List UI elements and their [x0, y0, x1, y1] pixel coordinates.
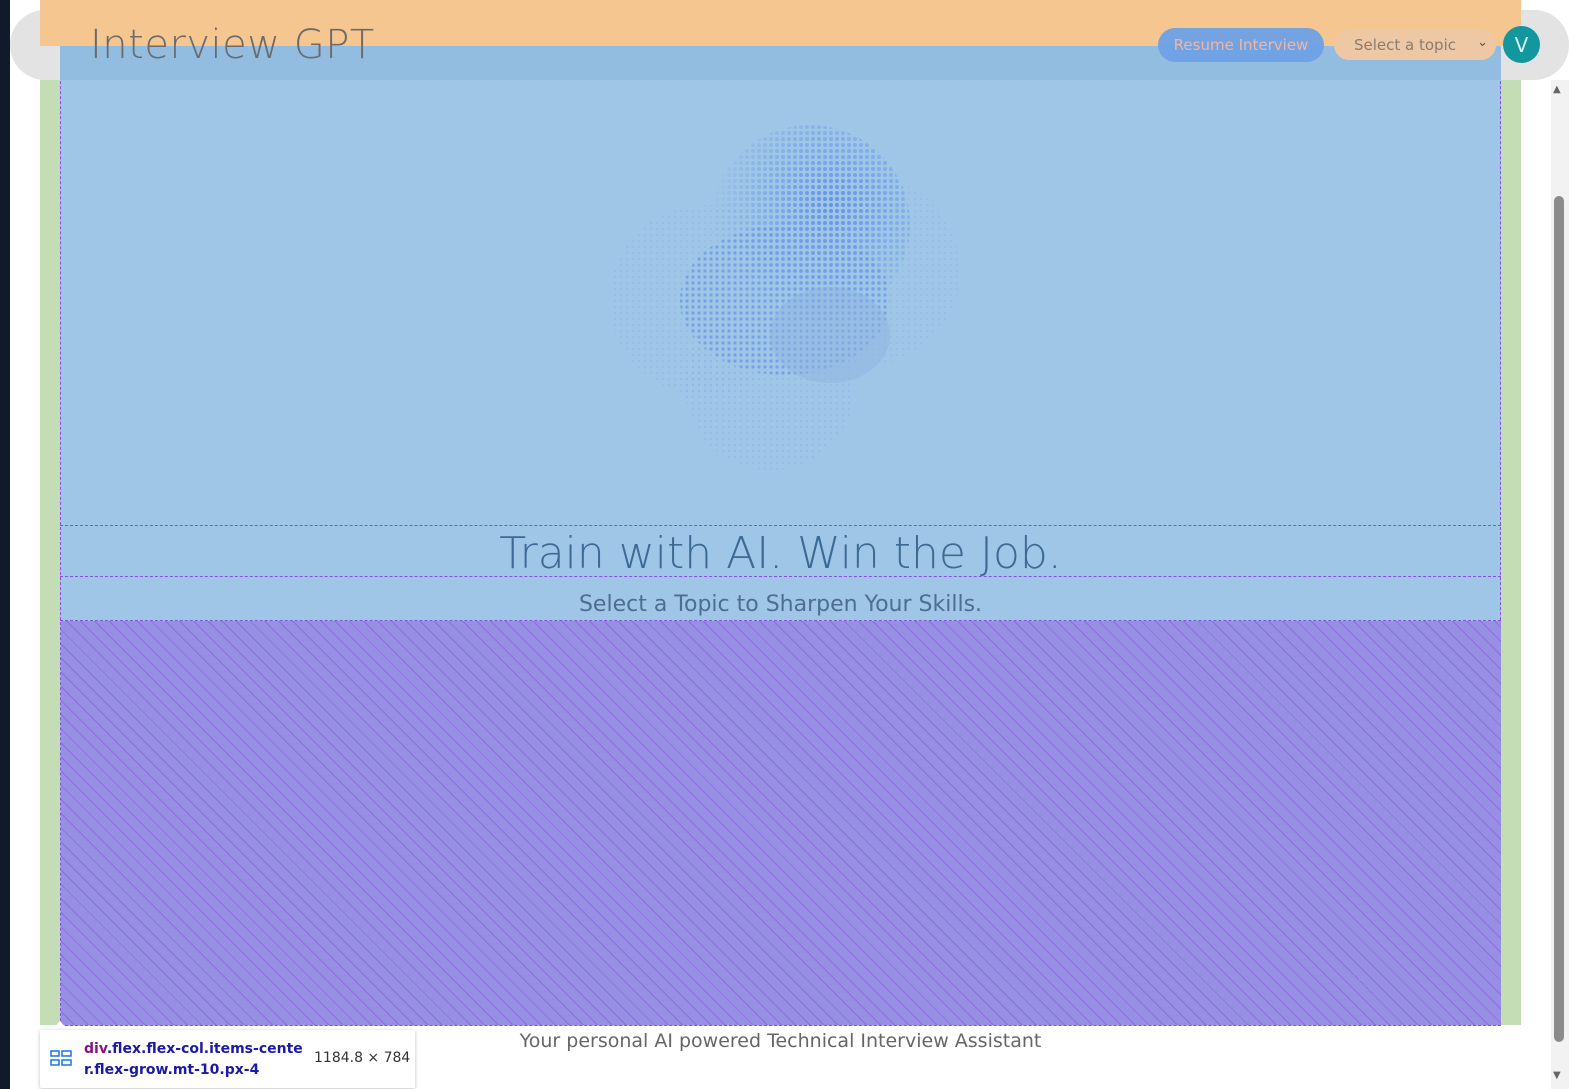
- tooltip-tag: div: [84, 1041, 107, 1057]
- scroll-down-icon[interactable]: ▼: [1553, 1070, 1561, 1081]
- devtools-hatched-region: [61, 621, 1501, 1025]
- hero-title: Train with AI. Win the Job.: [499, 528, 1062, 579]
- tooltip-selector: div.flex.flex-col.items-cente r.flex-gro…: [84, 1039, 304, 1081]
- chevron-down-icon: ⌄: [1477, 35, 1488, 50]
- hl-divider-1: [60, 525, 1501, 526]
- scroll-thumb[interactable]: [1554, 196, 1564, 1042]
- tooltip-classes-2: r.flex-grow.mt-10.px-4: [84, 1062, 260, 1078]
- flex-layout-icon: [50, 1050, 72, 1066]
- orb-illustration: [610, 125, 960, 470]
- resume-interview-button[interactable]: Resume Interview: [1158, 28, 1324, 62]
- topic-select-value: Select a topic: [1354, 36, 1456, 54]
- topic-select[interactable]: Select a topic ⌄: [1334, 30, 1496, 60]
- avatar[interactable]: V: [1503, 26, 1540, 63]
- hero-subtitle: Select a Topic to Sharpen Your Skills.: [578, 592, 983, 617]
- tooltip-arrow: [52, 1021, 68, 1030]
- window-edge: [0, 0, 10, 1089]
- tooltip-classes-1: .flex.flex-col.items-cente: [106, 1041, 303, 1057]
- app-title: Interview GPT: [90, 22, 375, 68]
- devtools-tooltip: div.flex.flex-col.items-cente r.flex-gro…: [40, 1030, 415, 1088]
- tooltip-size: 1184.8 × 784: [314, 1050, 411, 1066]
- scroll-up-icon[interactable]: ▲: [1553, 84, 1561, 95]
